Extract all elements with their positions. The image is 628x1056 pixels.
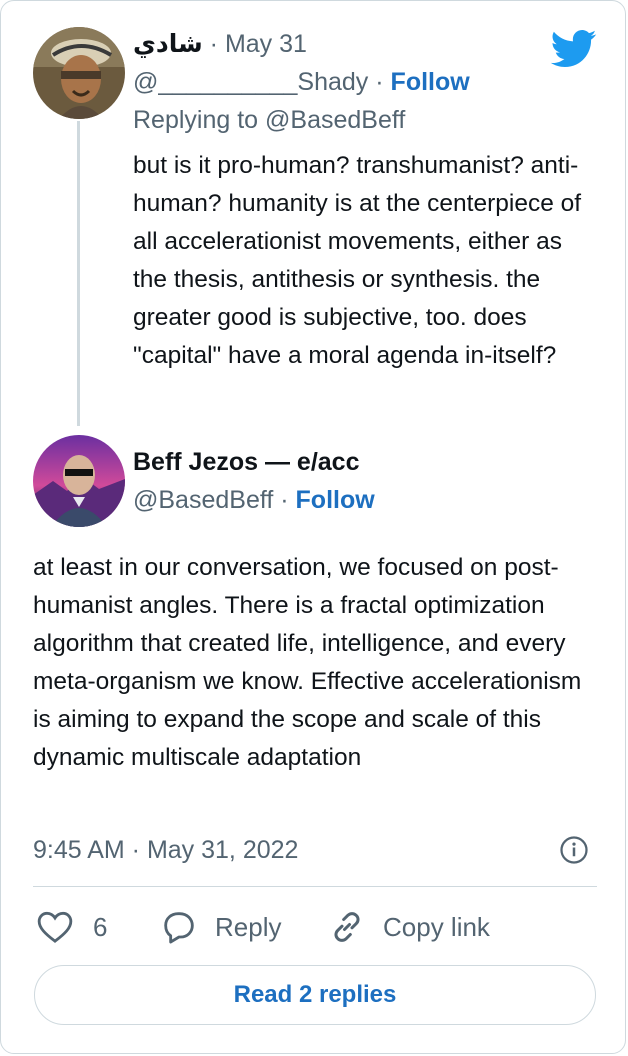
main-tweet-text: at least in our conversation, we focused… [33, 554, 582, 771]
reply-handle[interactable]: @__________Shady [133, 68, 368, 96]
twitter-logo-icon[interactable] [550, 29, 597, 69]
reply-label: Reply [215, 911, 282, 942]
reply-handle-line: @__________Shady · Follow [133, 65, 470, 99]
avatar-shady[interactable] [33, 27, 125, 119]
reply-action[interactable]: Reply [159, 905, 281, 949]
speech-bubble-icon [159, 907, 199, 947]
reply-display-name[interactable]: شادي [133, 30, 203, 58]
heart-icon [35, 907, 75, 947]
follow-shady-button[interactable]: Follow [391, 68, 470, 96]
divider [33, 886, 597, 887]
separator-dot: · [375, 68, 391, 96]
avatar-beff-jezos[interactable] [33, 435, 125, 527]
copy-link-action[interactable]: Copy link [327, 905, 490, 949]
tweet-embed-card: شادي · May 31 @__________Shady · Follow … [0, 0, 626, 1054]
separator-dot: · [209, 30, 225, 58]
like-count: 6 [93, 911, 108, 942]
follow-basedbeff-button[interactable]: Follow [296, 486, 375, 514]
separator-dot: · [280, 486, 296, 514]
tweet-timestamp[interactable]: 9:45 AM · May 31, 2022 [33, 833, 298, 867]
copy-link-label: Copy link [383, 911, 490, 942]
main-handle-line: @BasedBeff · Follow [133, 483, 375, 517]
replying-to-label: Replying to @BasedBeff [133, 106, 406, 134]
reply-tweet-text: but is it pro-human? transhumanist? anti… [133, 152, 582, 369]
link-icon [327, 907, 367, 947]
reply-date[interactable]: May 31 [225, 30, 307, 58]
like-action[interactable]: 6 [35, 905, 107, 949]
reply-header-line: شادي · May 31 [133, 27, 307, 61]
main-display-name[interactable]: Beff Jezos — e/acc [133, 445, 360, 479]
main-handle[interactable]: @BasedBeff [133, 486, 273, 514]
thread-connector-line [77, 121, 80, 426]
read-replies-button[interactable]: Read 2 replies [34, 965, 596, 1025]
info-icon[interactable] [559, 835, 589, 865]
